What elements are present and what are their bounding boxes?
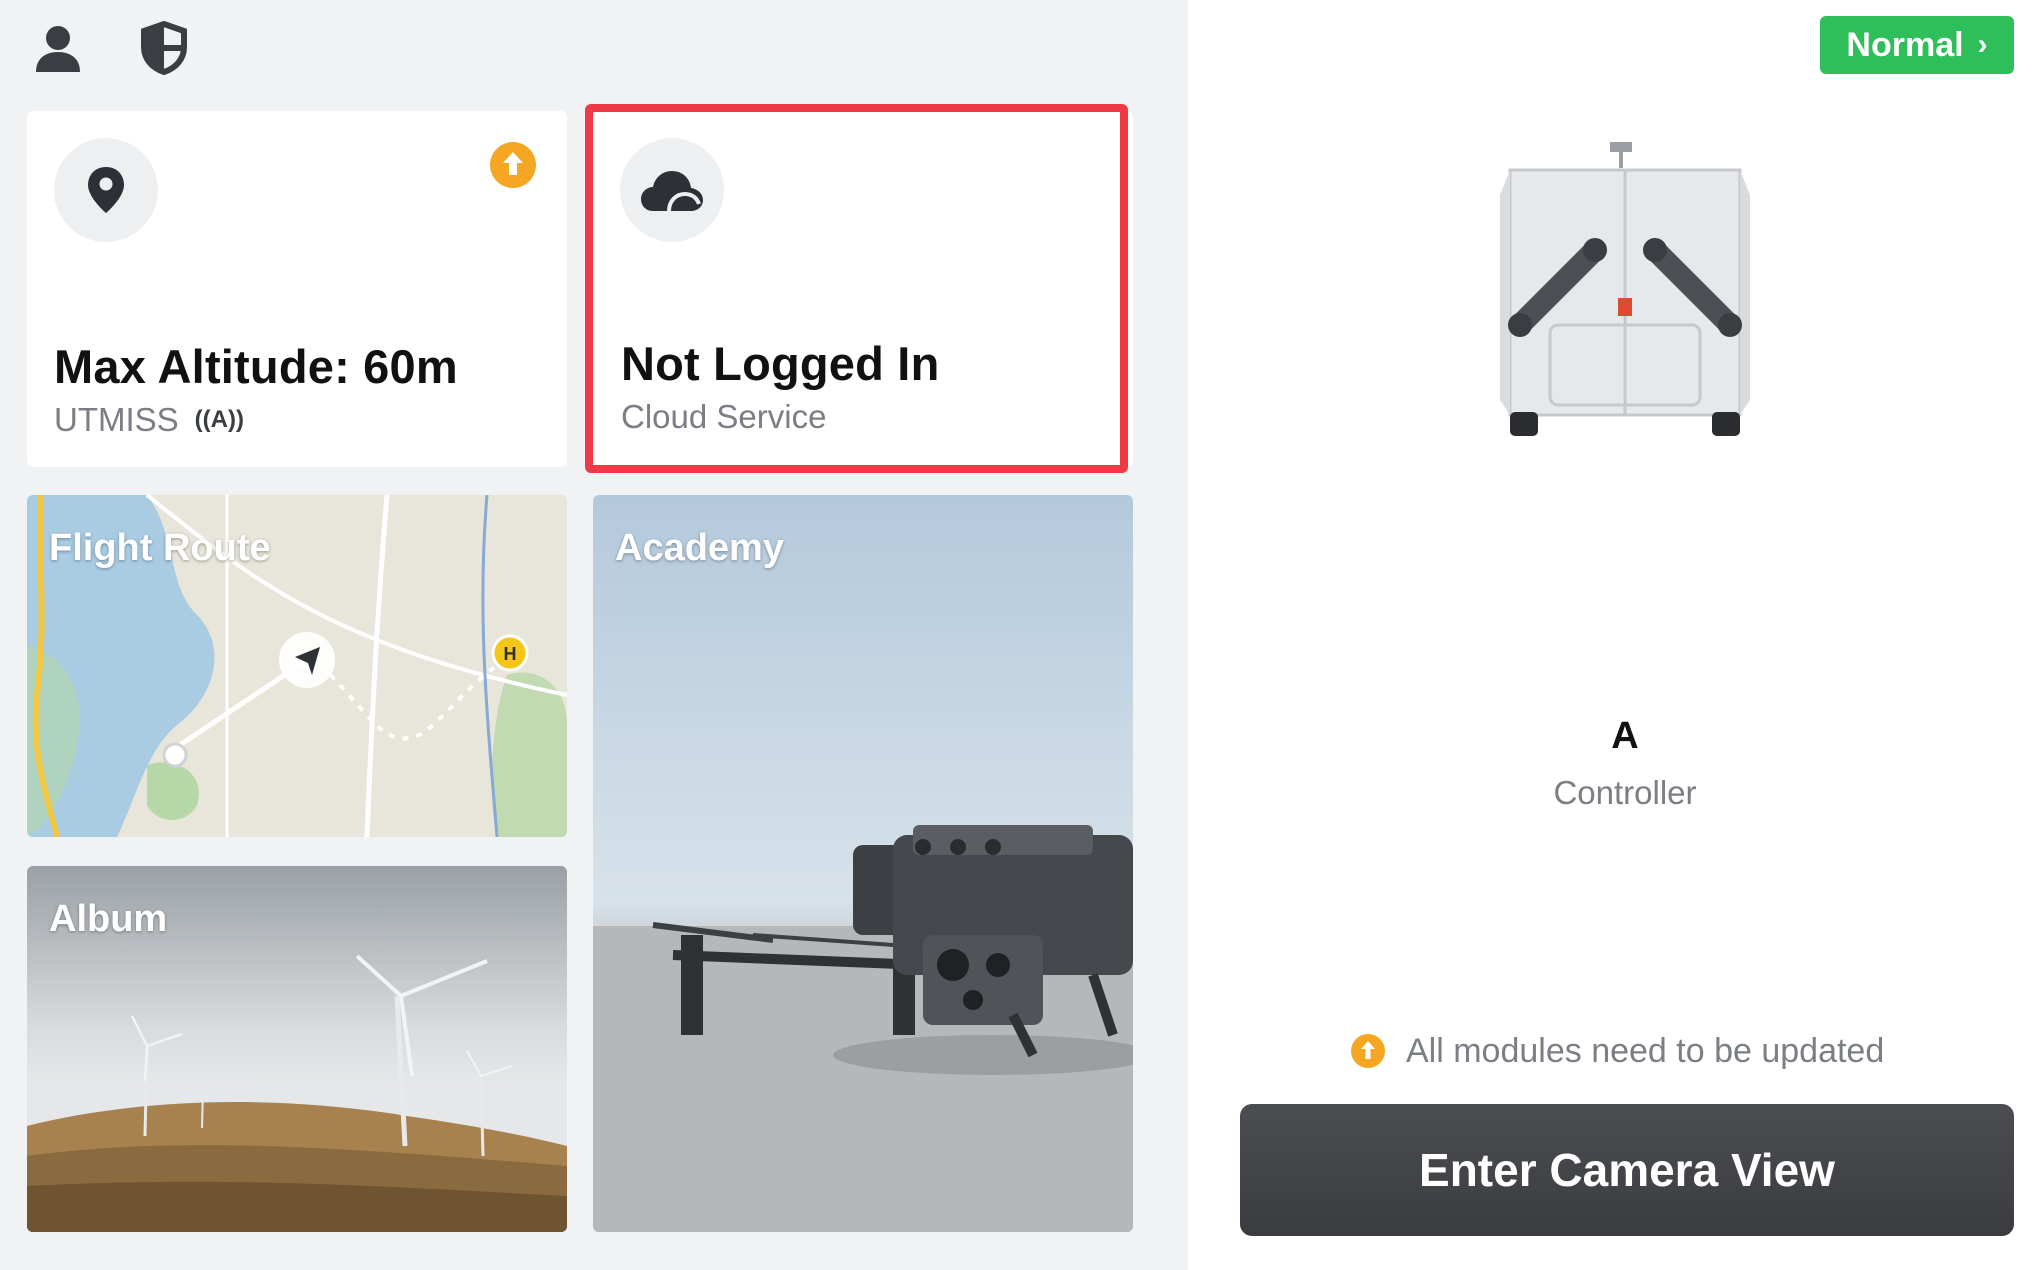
- user-icon[interactable]: [28, 18, 88, 78]
- selection-highlight: [585, 104, 1128, 473]
- album-label: Album: [49, 898, 168, 940]
- dock-device-image: [1490, 140, 1760, 460]
- update-notice-text: All modules need to be updated: [1406, 1031, 1885, 1070]
- device-role: Controller: [1553, 774, 1697, 811]
- flight-route-label: Flight Route: [49, 527, 271, 569]
- academy-label: Academy: [615, 527, 784, 569]
- flight-route-tile[interactable]: H Flight Route: [27, 495, 567, 837]
- academy-tile[interactable]: Academy: [593, 495, 1133, 1232]
- upload-badge-icon: [489, 141, 537, 194]
- album-tile[interactable]: Album: [27, 866, 567, 1232]
- device-name: A: [1611, 715, 1639, 757]
- max-altitude-value: Max Altitude: 60m: [54, 340, 458, 393]
- drone-image: [593, 825, 1133, 1232]
- update-notice[interactable]: All modules need to be updated: [1350, 1027, 1884, 1075]
- signal-icon: ((A)): [194, 406, 244, 433]
- location-pin-icon: [54, 138, 158, 242]
- altitude-card[interactable]: Max Altitude: 60m UTMISS ((A)): [27, 111, 567, 467]
- home-marker-label: H: [504, 644, 517, 664]
- enter-camera-view-button[interactable]: Enter Camera View: [1240, 1104, 2014, 1236]
- altitude-source: UTMISS ((A)): [54, 401, 244, 438]
- upload-arrow-icon: [1350, 1033, 1386, 1069]
- chevron-right-icon: ›: [1977, 28, 1988, 61]
- status-normal-button[interactable]: Normal ›: [1820, 16, 2014, 74]
- shield-icon[interactable]: [134, 18, 194, 78]
